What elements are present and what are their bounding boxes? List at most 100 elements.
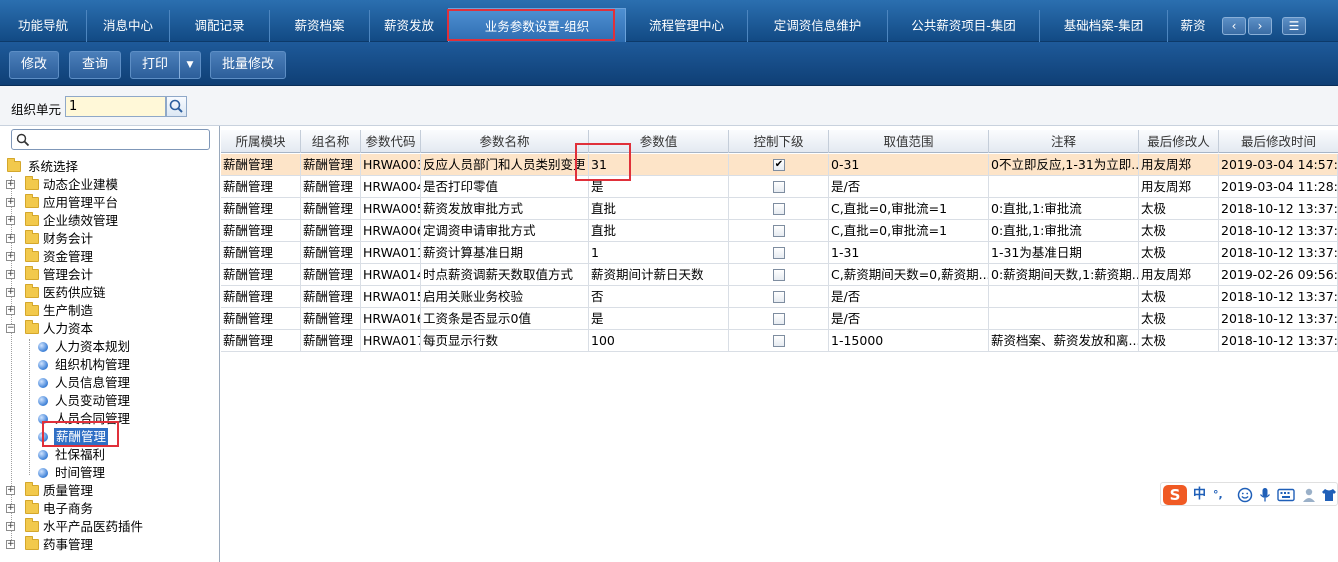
cell-value[interactable]: 否	[589, 286, 729, 308]
cell-code[interactable]: HRWA004	[361, 176, 421, 198]
table-row[interactable]: 薪酬管理 薪酬管理 HRWA006 定调资申请审批方式 直批 C,直批=0,审批流=1 0:…	[221, 220, 1338, 242]
tab-transfer-records[interactable]: 调配记录	[170, 10, 270, 42]
expand-icon[interactable]: +	[6, 504, 15, 513]
cell-code[interactable]: HRWA015	[361, 286, 421, 308]
user-icon[interactable]	[1301, 487, 1317, 503]
cell-control[interactable]	[729, 330, 829, 352]
cell-code[interactable]: HRWA006	[361, 220, 421, 242]
cell-group[interactable]: 薪酬管理	[301, 330, 361, 352]
cell-note[interactable]: 0不立即反应,1-31为立即...	[989, 154, 1139, 176]
cell-module[interactable]: 薪酬管理	[221, 242, 301, 264]
control-checkbox[interactable]: ✔	[773, 159, 785, 171]
cell-module[interactable]: 薪酬管理	[221, 220, 301, 242]
expand-icon[interactable]: +	[6, 216, 15, 225]
expand-icon[interactable]: +	[6, 540, 15, 549]
cell-value[interactable]: 直批	[589, 220, 729, 242]
cell-group[interactable]: 薪酬管理	[301, 176, 361, 198]
cell-name[interactable]: 启用关账业务校验	[421, 286, 589, 308]
cell-name[interactable]: 薪资发放审批方式	[421, 198, 589, 220]
cell-note[interactable]: 1-31为基准日期	[989, 242, 1139, 264]
table-row[interactable]: 薪酬管理 薪酬管理 HRWA003 反应人员部门和人员类别变更 31 ✔ 0-31 0不立即反…	[221, 154, 1338, 176]
cell-range[interactable]: 1-15000	[829, 330, 989, 352]
cell-note[interactable]	[989, 176, 1139, 198]
tab-public-salary-items[interactable]: 公共薪资项目-集团	[888, 10, 1040, 42]
table-row[interactable]: 薪酬管理 薪酬管理 HRWA016 工资条是否显示0值是是/否 太极 2018-10-12…	[221, 308, 1338, 330]
tab-salary-more[interactable]: 薪资	[1168, 10, 1218, 42]
cell-note[interactable]	[989, 308, 1139, 330]
cell-module[interactable]: 薪酬管理	[221, 198, 301, 220]
control-checkbox[interactable]	[773, 269, 785, 281]
keyboard-icon[interactable]	[1277, 488, 1295, 502]
cell-code[interactable]: HRWA016	[361, 308, 421, 330]
cell-control[interactable]	[729, 264, 829, 286]
cell-group[interactable]: 薪酬管理	[301, 154, 361, 176]
cell-control[interactable]	[729, 176, 829, 198]
cell-note[interactable]: 0:薪资期间天数,1:薪资期...	[989, 264, 1139, 286]
table-row[interactable]: 薪酬管理 薪酬管理 HRWA004 是否打印零值是是/否 用友周郑 2019-03-04 …	[221, 176, 1338, 198]
cell-module[interactable]: 薪酬管理	[221, 176, 301, 198]
tab-salary-payment[interactable]: 薪资发放	[370, 10, 448, 42]
cell-modifier[interactable]: 用友周郑	[1139, 154, 1219, 176]
col-name[interactable]: 参数名称	[421, 130, 589, 153]
tab-menu-button[interactable]: ☰	[1282, 17, 1306, 35]
cell-note[interactable]: 0:直批,1:审批流	[989, 198, 1139, 220]
col-note[interactable]: 注释	[989, 130, 1139, 153]
cell-module[interactable]: 薪酬管理	[221, 154, 301, 176]
cell-time[interactable]: 2019-03-04 11:28:55	[1219, 176, 1338, 198]
org-unit-input[interactable]	[65, 96, 166, 117]
cell-modifier[interactable]: 用友周郑	[1139, 176, 1219, 198]
expand-icon[interactable]: +	[6, 486, 15, 495]
cell-control[interactable]: ✔	[729, 154, 829, 176]
cell-control[interactable]	[729, 198, 829, 220]
cell-control[interactable]	[729, 286, 829, 308]
cell-range[interactable]: C,直批=0,审批流=1	[829, 220, 989, 242]
cell-name[interactable]: 定调资申请审批方式	[421, 220, 589, 242]
cell-modifier[interactable]: 用友周郑	[1139, 264, 1219, 286]
col-module[interactable]: 所属模块	[221, 130, 301, 153]
table-row[interactable]: 薪酬管理 薪酬管理 HRWA015 启用关账业务校验否是/否 太极 2018-10-12 …	[221, 286, 1338, 308]
control-checkbox[interactable]	[773, 291, 785, 303]
expand-icon[interactable]: +	[6, 522, 15, 531]
cell-group[interactable]: 薪酬管理	[301, 286, 361, 308]
expand-icon[interactable]: +	[6, 288, 15, 297]
expand-icon[interactable]: +	[6, 306, 15, 315]
tab-process-center[interactable]: 流程管理中心	[626, 10, 748, 42]
cell-group[interactable]: 薪酬管理	[301, 242, 361, 264]
cell-range[interactable]: 是/否	[829, 286, 989, 308]
cell-range[interactable]: 是/否	[829, 176, 989, 198]
batch-modify-button[interactable]: 批量修改	[210, 51, 286, 79]
cell-value[interactable]: 是	[589, 308, 729, 330]
expand-icon[interactable]: +	[6, 180, 15, 189]
query-button[interactable]: 查询	[69, 51, 121, 79]
cell-control[interactable]	[729, 242, 829, 264]
cell-time[interactable]: 2018-10-12 13:37:15	[1219, 198, 1338, 220]
col-code[interactable]: 参数代码	[361, 130, 421, 153]
col-group[interactable]: 组名称	[301, 130, 361, 153]
cell-name[interactable]: 薪资计算基准日期	[421, 242, 589, 264]
cell-range[interactable]: 是/否	[829, 308, 989, 330]
control-checkbox[interactable]	[773, 203, 785, 215]
cell-module[interactable]: 薪酬管理	[221, 330, 301, 352]
cell-name[interactable]: 是否打印零值	[421, 176, 589, 198]
ime-punct-button[interactable]: °,	[1213, 486, 1223, 504]
cell-group[interactable]: 薪酬管理	[301, 308, 361, 330]
cell-module[interactable]: 薪酬管理	[221, 308, 301, 330]
cell-range[interactable]: 1-31	[829, 242, 989, 264]
col-control[interactable]: 控制下级	[729, 130, 829, 153]
control-checkbox[interactable]	[773, 181, 785, 193]
cell-time[interactable]: 2018-10-12 13:37:15	[1219, 330, 1338, 352]
cell-value[interactable]: 薪资期间计薪日天数	[589, 264, 729, 286]
cell-time[interactable]: 2019-02-26 09:56:42	[1219, 264, 1338, 286]
cell-module[interactable]: 薪酬管理	[221, 264, 301, 286]
collapse-icon[interactable]: −	[6, 324, 15, 333]
control-checkbox[interactable]	[773, 313, 785, 325]
cell-group[interactable]: 薪酬管理	[301, 264, 361, 286]
cell-group[interactable]: 薪酬管理	[301, 198, 361, 220]
tab-prev-button[interactable]: ‹	[1222, 17, 1246, 35]
cell-range[interactable]: C,直批=0,审批流=1	[829, 198, 989, 220]
cell-code[interactable]: HRWA003	[361, 154, 421, 176]
cell-note[interactable]: 0:直批,1:审批流	[989, 220, 1139, 242]
cell-value[interactable]: 直批	[589, 198, 729, 220]
cell-group[interactable]: 薪酬管理	[301, 220, 361, 242]
modify-button[interactable]: 修改	[9, 51, 59, 79]
